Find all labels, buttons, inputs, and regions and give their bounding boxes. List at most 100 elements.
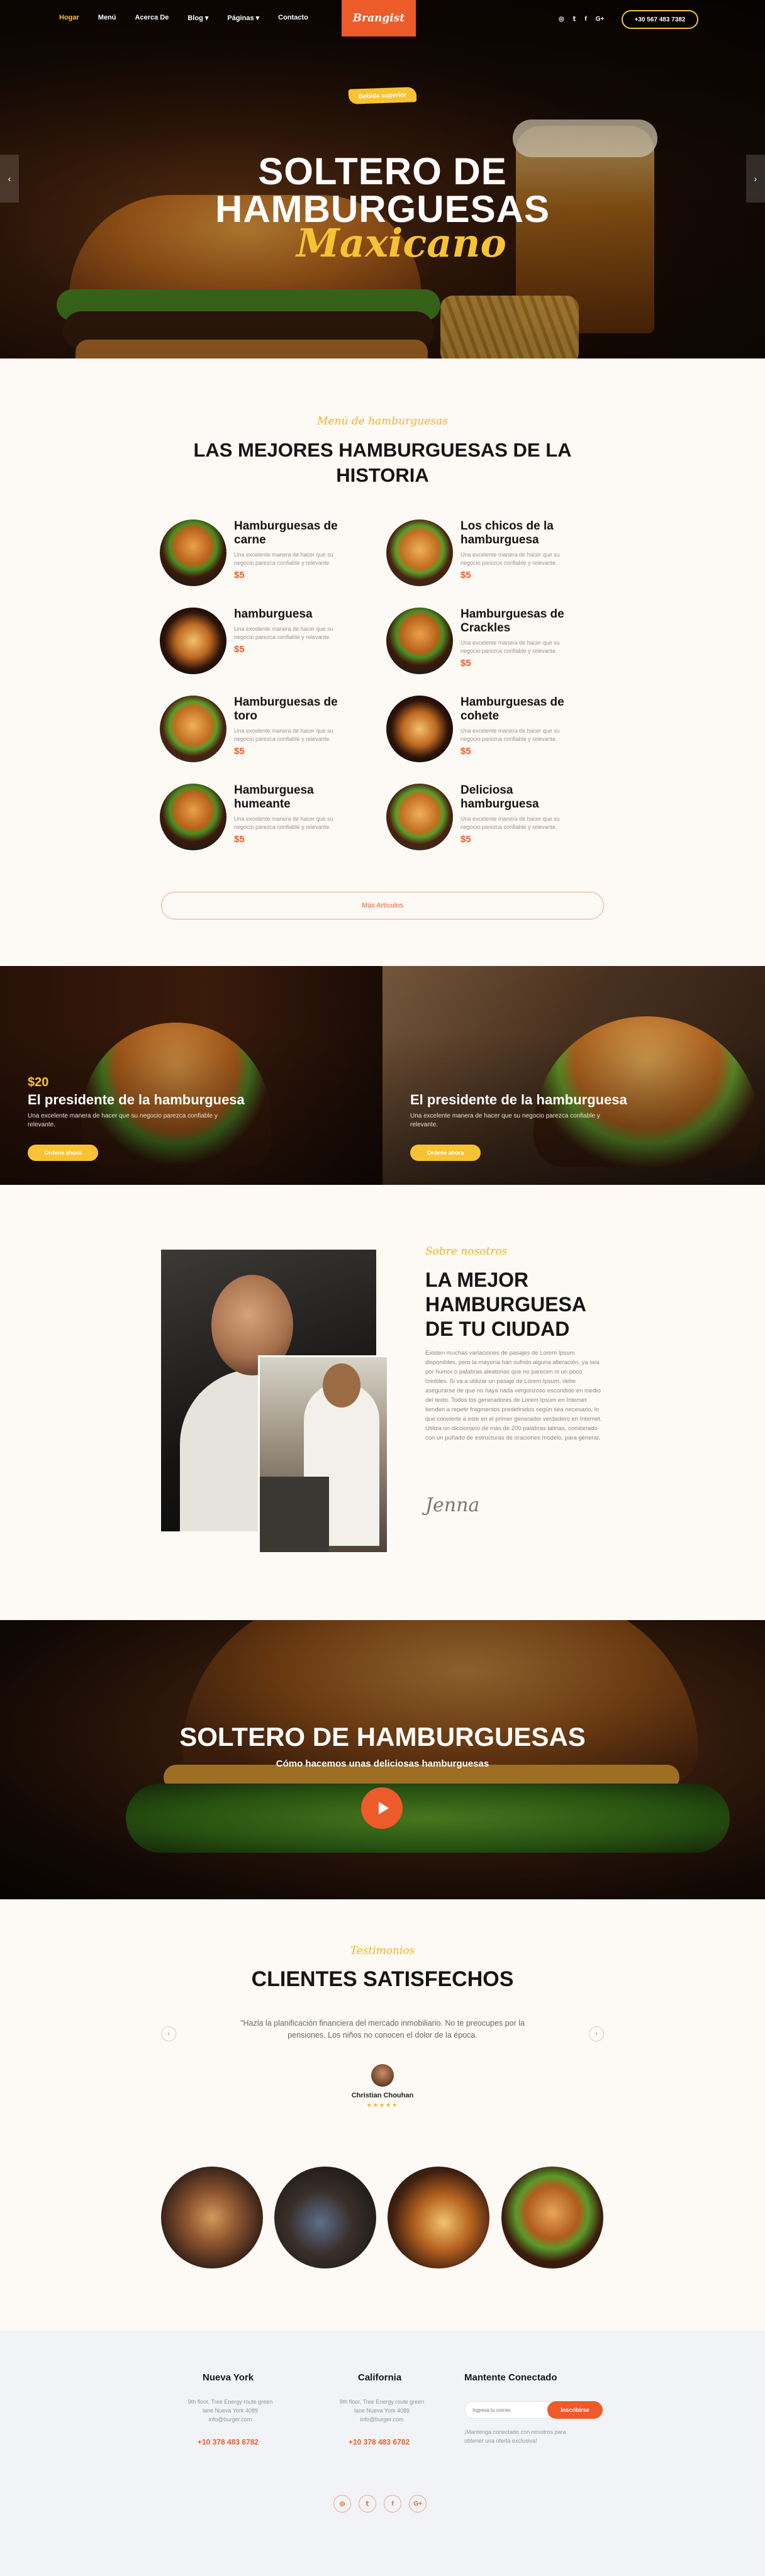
order-now-button[interactable]: Ordene ahora bbox=[410, 1145, 481, 1161]
menu-title-line1: LAS MEJORES HAMBURGUESAS DE LA bbox=[193, 439, 572, 461]
order-now-button[interactable]: Ordene ahora bbox=[28, 1145, 98, 1161]
slider-next-button[interactable]: › bbox=[746, 155, 765, 203]
menu-item-desc: Una excelente manera de hacer que su neg… bbox=[234, 728, 333, 742]
google-plus-icon[interactable]: G+ bbox=[409, 2495, 427, 2512]
burger-thumbnail bbox=[160, 608, 226, 674]
hero-script-title: Maxicano bbox=[296, 220, 506, 266]
newsletter-email-input[interactable] bbox=[464, 2401, 554, 2419]
menu-item[interactable]: Los chicos de la hamburguesa Una excelen… bbox=[386, 519, 588, 595]
menu-item[interactable]: Hamburguesas de toro Una excelente maner… bbox=[160, 696, 361, 771]
menu-item[interactable]: Hamburguesa humeante Una excelente maner… bbox=[160, 784, 361, 859]
about-text: Existen muchas variaciones de pasajes de… bbox=[425, 1350, 602, 1441]
nav-item-hogar[interactable]: Hogar bbox=[59, 14, 79, 22]
menu-item-price: $5 bbox=[234, 834, 245, 845]
menu-item-price: $5 bbox=[461, 658, 471, 669]
promo-desc: Una excelente manera de hacer que su neg… bbox=[410, 1113, 600, 1128]
menu-item-name: Hamburguesas de toro bbox=[234, 696, 338, 723]
nav-item-paginas[interactable]: Páginas ▾ bbox=[227, 14, 259, 22]
burger-thumbnail bbox=[160, 696, 226, 762]
logo-text: Brangist bbox=[352, 12, 405, 25]
burger-thumbnail bbox=[386, 784, 453, 850]
burger-thumbnail bbox=[160, 784, 226, 850]
testimonials-subtitle: Testimonios bbox=[350, 1945, 415, 1957]
instagram-icon[interactable]: ◎ bbox=[559, 16, 564, 23]
burger-thumbnail bbox=[386, 696, 453, 762]
kitchen-grill bbox=[260, 1477, 329, 1552]
hero-title-line1: SOLTERO DE bbox=[258, 150, 507, 192]
main-menu: Hogar Menú Acerca De Blog ▾ Páginas ▾ Co… bbox=[59, 14, 308, 22]
twitter-icon[interactable]: 𝕥 bbox=[359, 2495, 376, 2512]
burger-thumbnail bbox=[160, 519, 226, 586]
newsletter-text: ¡Mantenga conectado con nosotros para ob… bbox=[464, 2429, 566, 2444]
menu-item-desc: Una excelente manera de hacer que su neg… bbox=[234, 816, 333, 830]
nav-item-contacto[interactable]: Contacto bbox=[278, 14, 308, 22]
footer-phone-california[interactable]: +10 378 483 6782 bbox=[349, 2438, 410, 2446]
gallery-image[interactable] bbox=[388, 2167, 489, 2268]
menu-item-name: Hamburguesas de Crackles bbox=[461, 608, 564, 635]
promo-card: El presidente de la hamburguesa Una exce… bbox=[382, 966, 765, 1185]
menu-item-name: hamburguesa bbox=[234, 608, 313, 621]
menu-item[interactable]: Deliciosa hamburguesa Una excelente mane… bbox=[386, 784, 588, 859]
menu-subtitle: Menú de hamburguesas bbox=[317, 415, 448, 428]
facebook-icon[interactable]: f bbox=[384, 2495, 401, 2512]
menu-item-price: $5 bbox=[234, 746, 245, 757]
promo-title: El presidente de la hamburguesa bbox=[410, 1092, 627, 1108]
header-social-links: ◎ 𝕥 f G+ bbox=[559, 16, 604, 23]
facebook-icon[interactable]: f bbox=[584, 16, 586, 23]
instagram-icon[interactable]: ◎ bbox=[333, 2495, 351, 2512]
promo-price: $20 bbox=[28, 1075, 49, 1089]
gallery-image[interactable] bbox=[161, 2167, 263, 2268]
top-navigation: Hogar Menú Acerca De Blog ▾ Páginas ▾ Co… bbox=[0, 0, 765, 40]
more-items-button[interactable]: Más Artículos bbox=[161, 892, 604, 919]
menu-item-name: Hamburguesa humeante bbox=[234, 784, 314, 811]
menu-item-price: $5 bbox=[461, 834, 471, 845]
google-plus-icon[interactable]: G+ bbox=[596, 16, 605, 23]
testimonials-title: CLIENTES SATISFECHOS bbox=[251, 1967, 514, 1991]
rating-stars: ★★★★★ bbox=[366, 2102, 399, 2108]
avatar bbox=[371, 2064, 394, 2087]
footer-phone-newyork[interactable]: +10 378 483 6782 bbox=[198, 2438, 259, 2446]
slider-prev-button[interactable]: ‹ bbox=[0, 155, 19, 203]
about-title: LA MEJOR HAMBURGUESA DE TU CIUDAD bbox=[425, 1269, 586, 1340]
footer-heading-newyork: Nueva York bbox=[203, 2372, 254, 2383]
menu-item-name: Hamburguesas de cohete bbox=[461, 696, 564, 723]
twitter-icon[interactable]: 𝕥 bbox=[573, 16, 576, 23]
promo-title: El presidente de la hamburguesa bbox=[28, 1092, 245, 1108]
footer bbox=[0, 2331, 765, 2576]
menu-item[interactable]: Hamburguesas de cohete Una excelente man… bbox=[386, 696, 588, 771]
menu-item-price: $5 bbox=[461, 746, 471, 757]
play-button[interactable] bbox=[361, 1787, 403, 1829]
promo-desc: Una excelente manera de hacer que su neg… bbox=[28, 1113, 218, 1128]
testimonial-author: Christian Chouhan bbox=[351, 2092, 414, 2099]
gallery-image[interactable] bbox=[274, 2167, 376, 2268]
menu-item-name: Hamburguesas de carne bbox=[234, 519, 338, 547]
nav-item-blog[interactable]: Blog ▾ bbox=[187, 14, 208, 22]
site-logo[interactable]: Brangist bbox=[342, 0, 416, 36]
burger-thumbnail bbox=[386, 519, 453, 586]
video-title: SOLTERO DE HAMBURGUESAS bbox=[179, 1722, 586, 1752]
nav-item-menu[interactable]: Menú bbox=[98, 14, 116, 22]
testimonial-next-button[interactable]: › bbox=[589, 2026, 604, 2041]
nav-item-acerca[interactable]: Acerca De bbox=[135, 14, 169, 22]
kitchen-chef-image bbox=[258, 1355, 389, 1554]
footer-address-california: 9th floor, Tree Energy route green lane … bbox=[339, 2399, 425, 2423]
signature: Jenna bbox=[425, 1494, 480, 1516]
video-subtitle: Cómo hacemos unas deliciosas hamburguesa… bbox=[276, 1758, 489, 1769]
menu-item-desc: Una excelente manera de hacer que su neg… bbox=[461, 816, 560, 830]
testimonial-prev-button[interactable]: ‹ bbox=[161, 2026, 176, 2041]
menu-item-desc: Una excelente manera de hacer que su neg… bbox=[234, 626, 333, 640]
about-subtitle: Sobre nosotros bbox=[425, 1245, 508, 1258]
footer-heading-newsletter: Mantente Conectado bbox=[464, 2372, 557, 2383]
footer-address-newyork: 9th floor, Tree Energy route green lane … bbox=[187, 2399, 273, 2423]
menu-item-desc: Una excelente manera de hacer que su neg… bbox=[234, 552, 333, 566]
menu-item[interactable]: Hamburguesas de Crackles Una excelente m… bbox=[386, 608, 588, 683]
menu-title-line2: HISTORIA bbox=[336, 464, 429, 486]
menu-item-name: Deliciosa hamburguesa bbox=[461, 784, 539, 811]
menu-item-desc: Una excelente manera de hacer que su neg… bbox=[461, 552, 560, 566]
subscribe-button[interactable]: Inscribirse bbox=[547, 2401, 603, 2419]
phone-button[interactable]: +30 567 483 7382 bbox=[622, 10, 698, 29]
gallery-image[interactable] bbox=[501, 2167, 603, 2268]
menu-item[interactable]: Hamburguesas de carne Una excelente mane… bbox=[160, 519, 361, 595]
menu-item[interactable]: hamburguesa Una excelente manera de hace… bbox=[160, 608, 361, 683]
menu-item-desc: Una excelente manera de hacer que su neg… bbox=[461, 728, 560, 742]
